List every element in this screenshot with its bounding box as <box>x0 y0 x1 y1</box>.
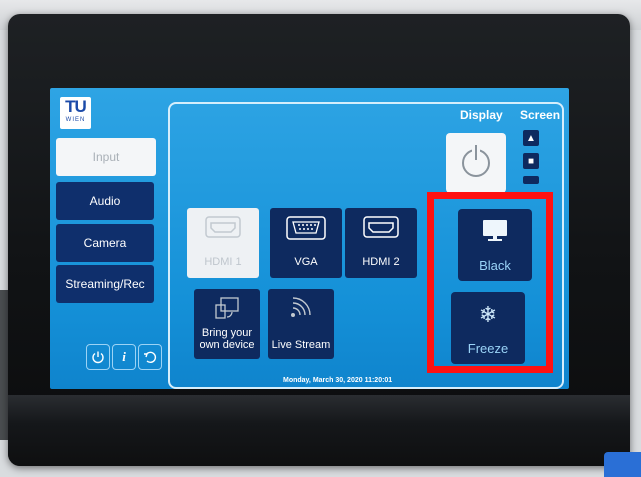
wireless-icon <box>291 297 311 317</box>
source-byod-label: Bring your own device <box>199 327 255 351</box>
hdmi-icon <box>363 216 399 238</box>
touch-panel-bezel-bottom <box>8 395 630 466</box>
info-button[interactable]: i <box>112 344 136 370</box>
highlight-box <box>427 192 553 373</box>
tab-audio[interactable]: Audio <box>56 182 154 220</box>
hdmi-icon <box>205 216 241 238</box>
logo-line1: TU <box>65 97 87 116</box>
display-power-button[interactable] <box>446 133 506 193</box>
screen-header: Screen <box>520 108 561 122</box>
source-hdmi2-button[interactable]: HDMI 2 <box>345 208 417 278</box>
screen-stop-button[interactable]: ■ <box>523 153 539 169</box>
tab-input[interactable]: Input <box>56 138 156 176</box>
source-live-stream-button[interactable]: Live Stream <box>268 289 334 359</box>
tab-camera-label: Camera <box>83 236 127 250</box>
source-vga-label: VGA <box>294 256 318 268</box>
power-icon <box>462 145 490 177</box>
display-header: Display <box>460 108 503 122</box>
screen-up-button[interactable]: ▲ <box>523 130 539 146</box>
cable-clip <box>604 452 641 477</box>
reset-button[interactable] <box>138 344 162 370</box>
source-hdmi1-button[interactable]: HDMI 1 <box>187 208 259 278</box>
screen-down-button[interactable] <box>523 176 539 184</box>
tab-camera[interactable]: Camera <box>56 224 154 262</box>
source-hdmi1-label: HDMI 1 <box>204 256 242 268</box>
undo-icon <box>144 351 157 364</box>
tab-input-label: Input <box>92 150 120 164</box>
logo-line2: WIEN <box>65 117 86 123</box>
tab-streaming-rec[interactable]: Streaming/Rec <box>56 265 154 303</box>
source-vga-button[interactable]: VGA <box>270 208 342 278</box>
info-icon: i <box>122 349 126 364</box>
triangle-up-icon: ▲ <box>526 132 536 144</box>
tu-wien-logo: TU WIEN <box>60 97 91 129</box>
system-power-button[interactable] <box>86 344 110 370</box>
vga-icon <box>286 216 326 240</box>
tab-streaming-label: Streaming/Rec <box>65 277 145 291</box>
source-byod-button[interactable]: Bring your own device <box>194 289 260 359</box>
source-hdmi2-label: HDMI 2 <box>362 256 400 268</box>
tab-audio-label: Audio <box>89 194 121 208</box>
source-live-stream-label: Live Stream <box>271 339 331 351</box>
stop-icon: ■ <box>527 155 535 167</box>
power-icon <box>92 351 104 364</box>
screen-cast-icon <box>215 297 239 319</box>
status-datetime: Monday, March 30, 2020 11:20:01 <box>283 377 393 384</box>
